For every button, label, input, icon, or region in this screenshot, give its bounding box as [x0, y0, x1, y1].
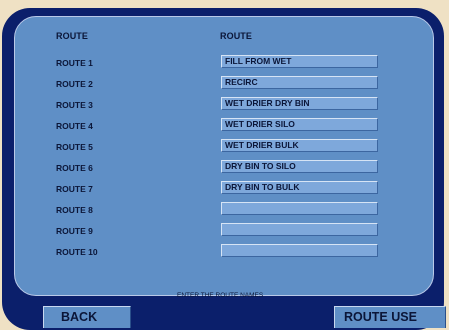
route-9-name-field[interactable] — [221, 223, 378, 236]
route-3-label: ROUTE 3 — [56, 100, 93, 110]
instruction-text: ENTER THE ROUTE NAMES — [177, 292, 264, 299]
route-5-name-field[interactable]: WET DRIER BULK — [221, 139, 378, 152]
route-1-label: ROUTE 1 — [56, 58, 93, 68]
route-7-label: ROUTE 7 — [56, 184, 93, 194]
route-name-header: ROUTE — [220, 31, 252, 41]
route-8-label: ROUTE 8 — [56, 205, 93, 215]
back-button[interactable]: BACK — [43, 306, 131, 328]
route-9-label: ROUTE 9 — [56, 226, 93, 236]
route-number-header: ROUTE — [56, 31, 88, 41]
route-10-label: ROUTE 10 — [56, 247, 98, 257]
route-2-label: ROUTE 2 — [56, 79, 93, 89]
route-7-name-field[interactable]: DRY BIN TO BULK — [221, 181, 378, 194]
route-4-name-field[interactable]: WET DRIER SILO — [221, 118, 378, 131]
route-8-name-field[interactable] — [221, 202, 378, 215]
route-1-name-field[interactable]: FILL FROM WET — [221, 55, 378, 68]
route-4-label: ROUTE 4 — [56, 121, 93, 131]
route-6-name-field[interactable]: DRY BIN TO SILO — [221, 160, 378, 173]
route-6-label: ROUTE 6 — [56, 163, 93, 173]
route-5-label: ROUTE 5 — [56, 142, 93, 152]
route-use-button[interactable]: ROUTE USE — [334, 306, 446, 328]
route-2-name-field[interactable]: RECIRC — [221, 76, 378, 89]
route-10-name-field[interactable] — [221, 244, 378, 257]
route-3-name-field[interactable]: WET DRIER DRY BIN — [221, 97, 378, 110]
